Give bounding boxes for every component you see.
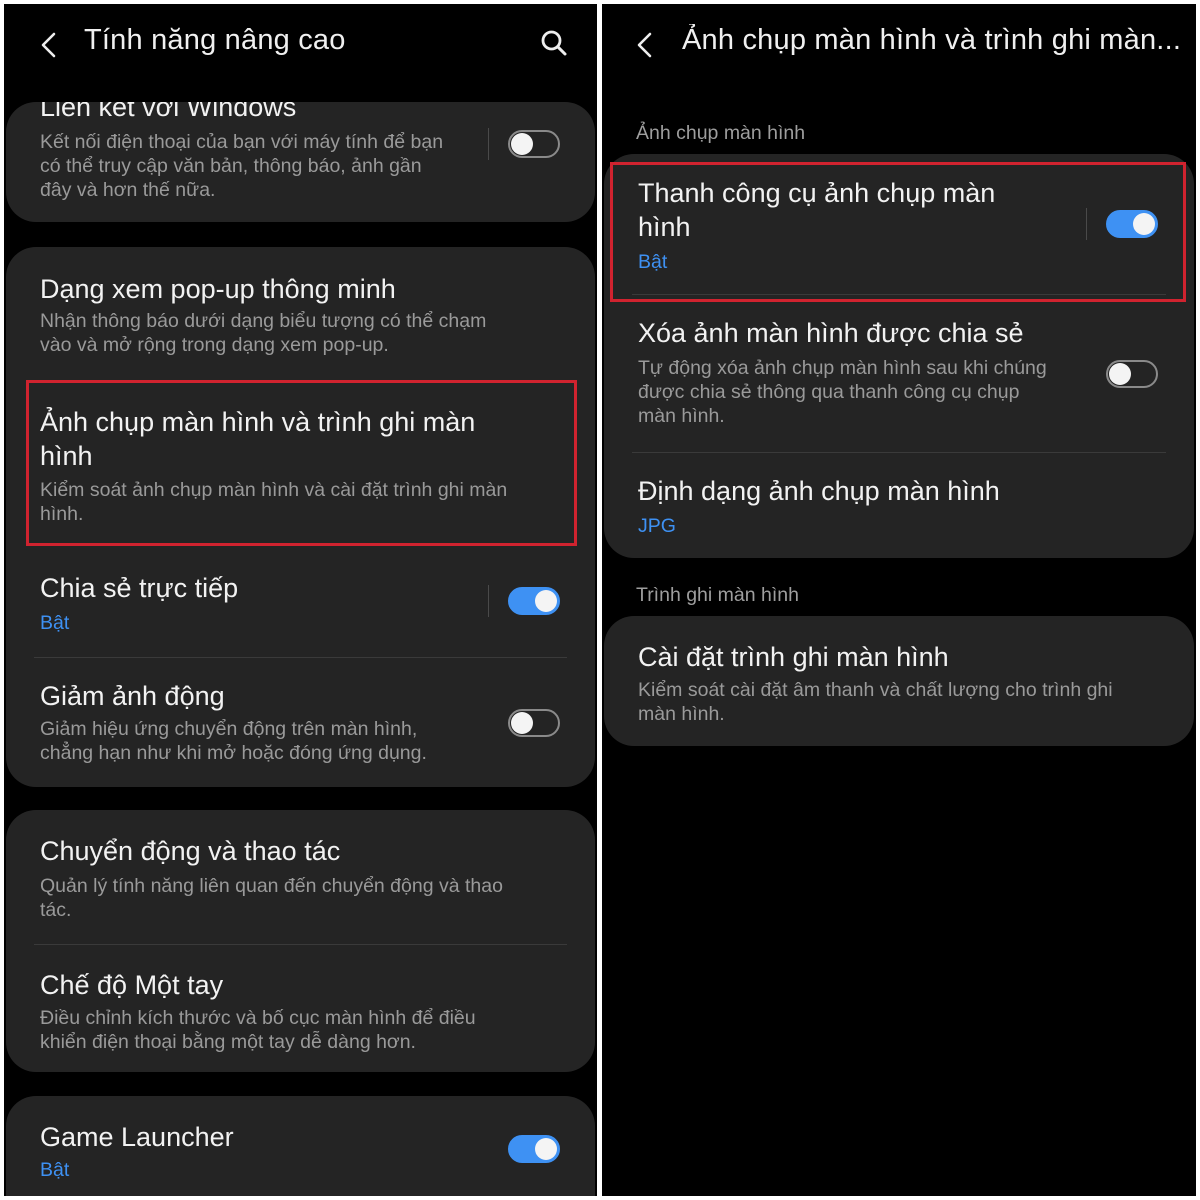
search-icon[interactable] bbox=[539, 28, 569, 58]
status-text: JPG bbox=[638, 515, 676, 537]
chevron-left-icon[interactable] bbox=[36, 30, 62, 60]
status-text: Bật bbox=[40, 612, 70, 634]
divider bbox=[1086, 208, 1087, 240]
item-title: Thanh công cụ ảnh chụp màn hình bbox=[638, 178, 996, 242]
list-item-screenshots-recorder[interactable]: Ảnh chụp màn hình và trình ghi màn hình … bbox=[6, 385, 595, 545]
item-title: Xóa ảnh màn hình được chia sẻ bbox=[638, 318, 1024, 348]
item-title: Game Launcher bbox=[40, 1122, 234, 1152]
item-title: Dạng xem pop-up thông minh bbox=[40, 274, 396, 304]
item-title: Ảnh chụp màn hình và trình ghi màn hình bbox=[40, 407, 476, 471]
toggle-switch-link-to-windows[interactable] bbox=[508, 130, 560, 158]
list-item-motions-gestures[interactable]: Chuyển động và thao tác Quản lý tính năn… bbox=[6, 810, 595, 940]
list-item-game-launcher[interactable]: Game Launcher Bật bbox=[6, 1096, 595, 1196]
list-item-one-handed-mode[interactable]: Chế độ Một tay Điều chỉnh kích thước và … bbox=[6, 946, 595, 1072]
divider bbox=[34, 944, 567, 945]
divider bbox=[632, 294, 1166, 295]
item-title: Chế độ Một tay bbox=[40, 970, 224, 1000]
list-item-reduce-animations[interactable]: Giảm ảnh động Giảm hiệu ứng chuyển động … bbox=[6, 659, 595, 787]
item-description: Kiểm soát cài đặt âm thanh và chất lượng… bbox=[638, 679, 1113, 725]
list-item-screenshot-toolbar[interactable]: Thanh công cụ ảnh chụp màn hình Bật bbox=[604, 154, 1194, 292]
list-item-screen-recorder-settings[interactable]: Cài đặt trình ghi màn hình Kiểm soát cài… bbox=[604, 616, 1194, 746]
settings-card: Cài đặt trình ghi màn hình Kiểm soát cài… bbox=[604, 616, 1194, 746]
page-title: Tính năng nâng cao bbox=[84, 24, 346, 56]
app-bar: Ảnh chụp màn hình và trình ghi màn... bbox=[602, 4, 1196, 84]
toggle-switch-screenshot-toolbar[interactable] bbox=[1106, 210, 1158, 238]
list-item-link-to-windows[interactable]: Liên kết với Windows Kết nối điện thoại … bbox=[6, 102, 595, 222]
item-description: Nhận thông báo dưới dạng biểu tượng có t… bbox=[40, 310, 487, 356]
item-title: Cài đặt trình ghi màn hình bbox=[638, 642, 949, 672]
item-description: Điều chỉnh kích thước và bố cục màn hình… bbox=[40, 1007, 476, 1053]
item-title: Định dạng ảnh chụp màn hình bbox=[638, 476, 1000, 506]
section-header-screen-recorder: Trình ghi màn hình bbox=[636, 584, 799, 606]
settings-card: Chuyển động và thao tác Quản lý tính năn… bbox=[6, 810, 595, 1072]
item-description: Kiểm soát ảnh chụp màn hình và cài đặt t… bbox=[40, 479, 508, 525]
list-item-delete-shared-screenshots[interactable]: Xóa ảnh màn hình được chia sẻ Tự động xó… bbox=[604, 296, 1194, 450]
left-screen: Tính năng nâng cao Liên kết với Windows … bbox=[4, 4, 597, 1196]
settings-card: Thanh công cụ ảnh chụp màn hình Bật Xóa … bbox=[604, 154, 1194, 558]
item-description: Giảm hiệu ứng chuyển động trên màn hình,… bbox=[40, 718, 427, 764]
divider bbox=[632, 452, 1166, 453]
settings-card: Dạng xem pop-up thông minh Nhận thông bá… bbox=[6, 247, 595, 787]
item-title: Liên kết với Windows bbox=[40, 102, 297, 122]
item-title: Giảm ảnh động bbox=[40, 681, 225, 711]
status-text: Bật bbox=[40, 1159, 70, 1181]
section-header-screenshots: Ảnh chụp màn hình bbox=[636, 122, 806, 144]
divider bbox=[488, 128, 489, 160]
toggle-switch-delete-shared[interactable] bbox=[1106, 360, 1158, 388]
toggle-switch-reduce-animations[interactable] bbox=[508, 709, 560, 737]
item-description: Quản lý tính năng liên quan đến chuyển đ… bbox=[40, 875, 503, 921]
list-item-smart-popup[interactable]: Dạng xem pop-up thông minh Nhận thông bá… bbox=[6, 247, 595, 375]
item-title: Chuyển động và thao tác bbox=[40, 836, 341, 866]
right-screen: Ảnh chụp màn hình và trình ghi màn... Ản… bbox=[602, 4, 1196, 1196]
settings-card: Liên kết với Windows Kết nối điện thoại … bbox=[6, 102, 595, 222]
status-text: Bật bbox=[638, 251, 668, 273]
divider bbox=[488, 585, 489, 617]
toggle-switch-game-launcher[interactable] bbox=[508, 1135, 560, 1163]
chevron-left-icon[interactable] bbox=[632, 30, 658, 60]
divider bbox=[34, 657, 567, 658]
settings-card: Game Launcher Bật bbox=[6, 1096, 595, 1196]
page-title: Ảnh chụp màn hình và trình ghi màn... bbox=[682, 24, 1182, 56]
item-title: Chia sẻ trực tiếp bbox=[40, 573, 239, 603]
list-item-screenshot-format[interactable]: Định dạng ảnh chụp màn hình JPG bbox=[604, 454, 1194, 558]
app-bar: Tính năng nâng cao bbox=[4, 4, 597, 84]
list-item-direct-share[interactable]: Chia sẻ trực tiếp Bật bbox=[6, 559, 595, 655]
item-description: Tự động xóa ảnh chụp màn hình sau khi ch… bbox=[638, 357, 1047, 427]
item-description: Kết nối điện thoại của bạn với máy tính … bbox=[40, 131, 444, 201]
toggle-switch-direct-share[interactable] bbox=[508, 587, 560, 615]
